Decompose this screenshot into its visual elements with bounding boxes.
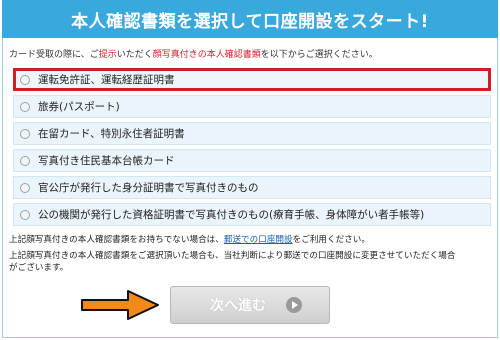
instruction-part: を以下からご選択ください。 [260, 50, 378, 60]
option-label: 写真付き住民基本台帳カード [38, 155, 175, 167]
play-circle-icon [286, 297, 302, 313]
note-text: 上記顔写真付きの本人確認書類をお持ちでない場合は、 [9, 235, 224, 245]
option-public-certificate[interactable]: 公の機関が発行した資格証明書で写真付きのもの(療育手帳、身体障がい者手帳等) [13, 203, 491, 226]
mail-application-link[interactable]: 郵送での口座開設 [224, 235, 293, 245]
note-mail-change: 上記顔写真付きの本人確認書類をご選択頂いた場合も、当社判断により郵送での口座開設… [9, 250, 493, 274]
header-banner: 本人確認書類を選択して口座開設をスタート! [2, 0, 498, 38]
instruction-emphasis: 提示 [98, 50, 117, 60]
banner-title: 本人確認書類を選択して口座開設をスタート! [71, 11, 429, 32]
option-label: 旅券(パスポート) [38, 101, 120, 113]
instruction-part: カード受取の際に、ご [9, 50, 99, 60]
option-label: 公の機関が発行した資格証明書で写真付きのもの(療育手帳、身体障がい者手帳等) [38, 209, 425, 221]
option-label: 官公庁が発行した身分証明書で写真付きのもの [38, 182, 259, 194]
option-passport[interactable]: 旅券(パスポート) [13, 95, 491, 118]
radio-button[interactable] [20, 209, 30, 220]
note-text: をご利用ください。 [292, 235, 370, 245]
option-label: 運転免許証、運転経歴証明書 [38, 74, 175, 86]
radio-button[interactable] [20, 101, 30, 112]
radio-button[interactable] [20, 182, 30, 193]
document-options: 運転免許証、運転経歴証明書 旅券(パスポート) 在留カード、特別永住者証明書 写… [13, 68, 491, 230]
option-residence-card[interactable]: 在留カード、特別永住者証明書 [13, 122, 491, 145]
note-text: がございます。 [9, 263, 69, 273]
note-no-id: 上記顔写真付きの本人確認書類をお持ちでない場合は、郵送での口座開設をご利用くださ… [9, 234, 493, 246]
radio-button[interactable] [20, 74, 30, 85]
instruction-text: カード受取の際に、ご提示いただく顔写真付きの本人確認書類を以下からご選択ください… [9, 47, 489, 60]
radio-button[interactable] [20, 155, 30, 166]
instruction-emphasis: 顔写真付きの本人確認書類 [152, 50, 261, 60]
option-label: 在留カード、特別永住者証明書 [38, 128, 185, 140]
option-drivers-license[interactable]: 運転免許証、運転経歴証明書 [13, 68, 491, 91]
next-button[interactable]: 次へ進む [170, 286, 330, 324]
option-government-id[interactable]: 官公庁が発行した身分証明書で写真付きのもの [13, 176, 491, 199]
next-button-label: 次へ進む [210, 298, 266, 314]
radio-button[interactable] [20, 128, 30, 139]
arrow-right-icon [81, 290, 159, 320]
instruction-part: いただく [116, 50, 153, 60]
option-resident-card[interactable]: 写真付き住民基本台帳カード [13, 149, 491, 172]
note-text: 上記顔写真付きの本人確認書類をご選択頂いた場合も、当社判断により郵送での口座開設… [9, 251, 456, 261]
